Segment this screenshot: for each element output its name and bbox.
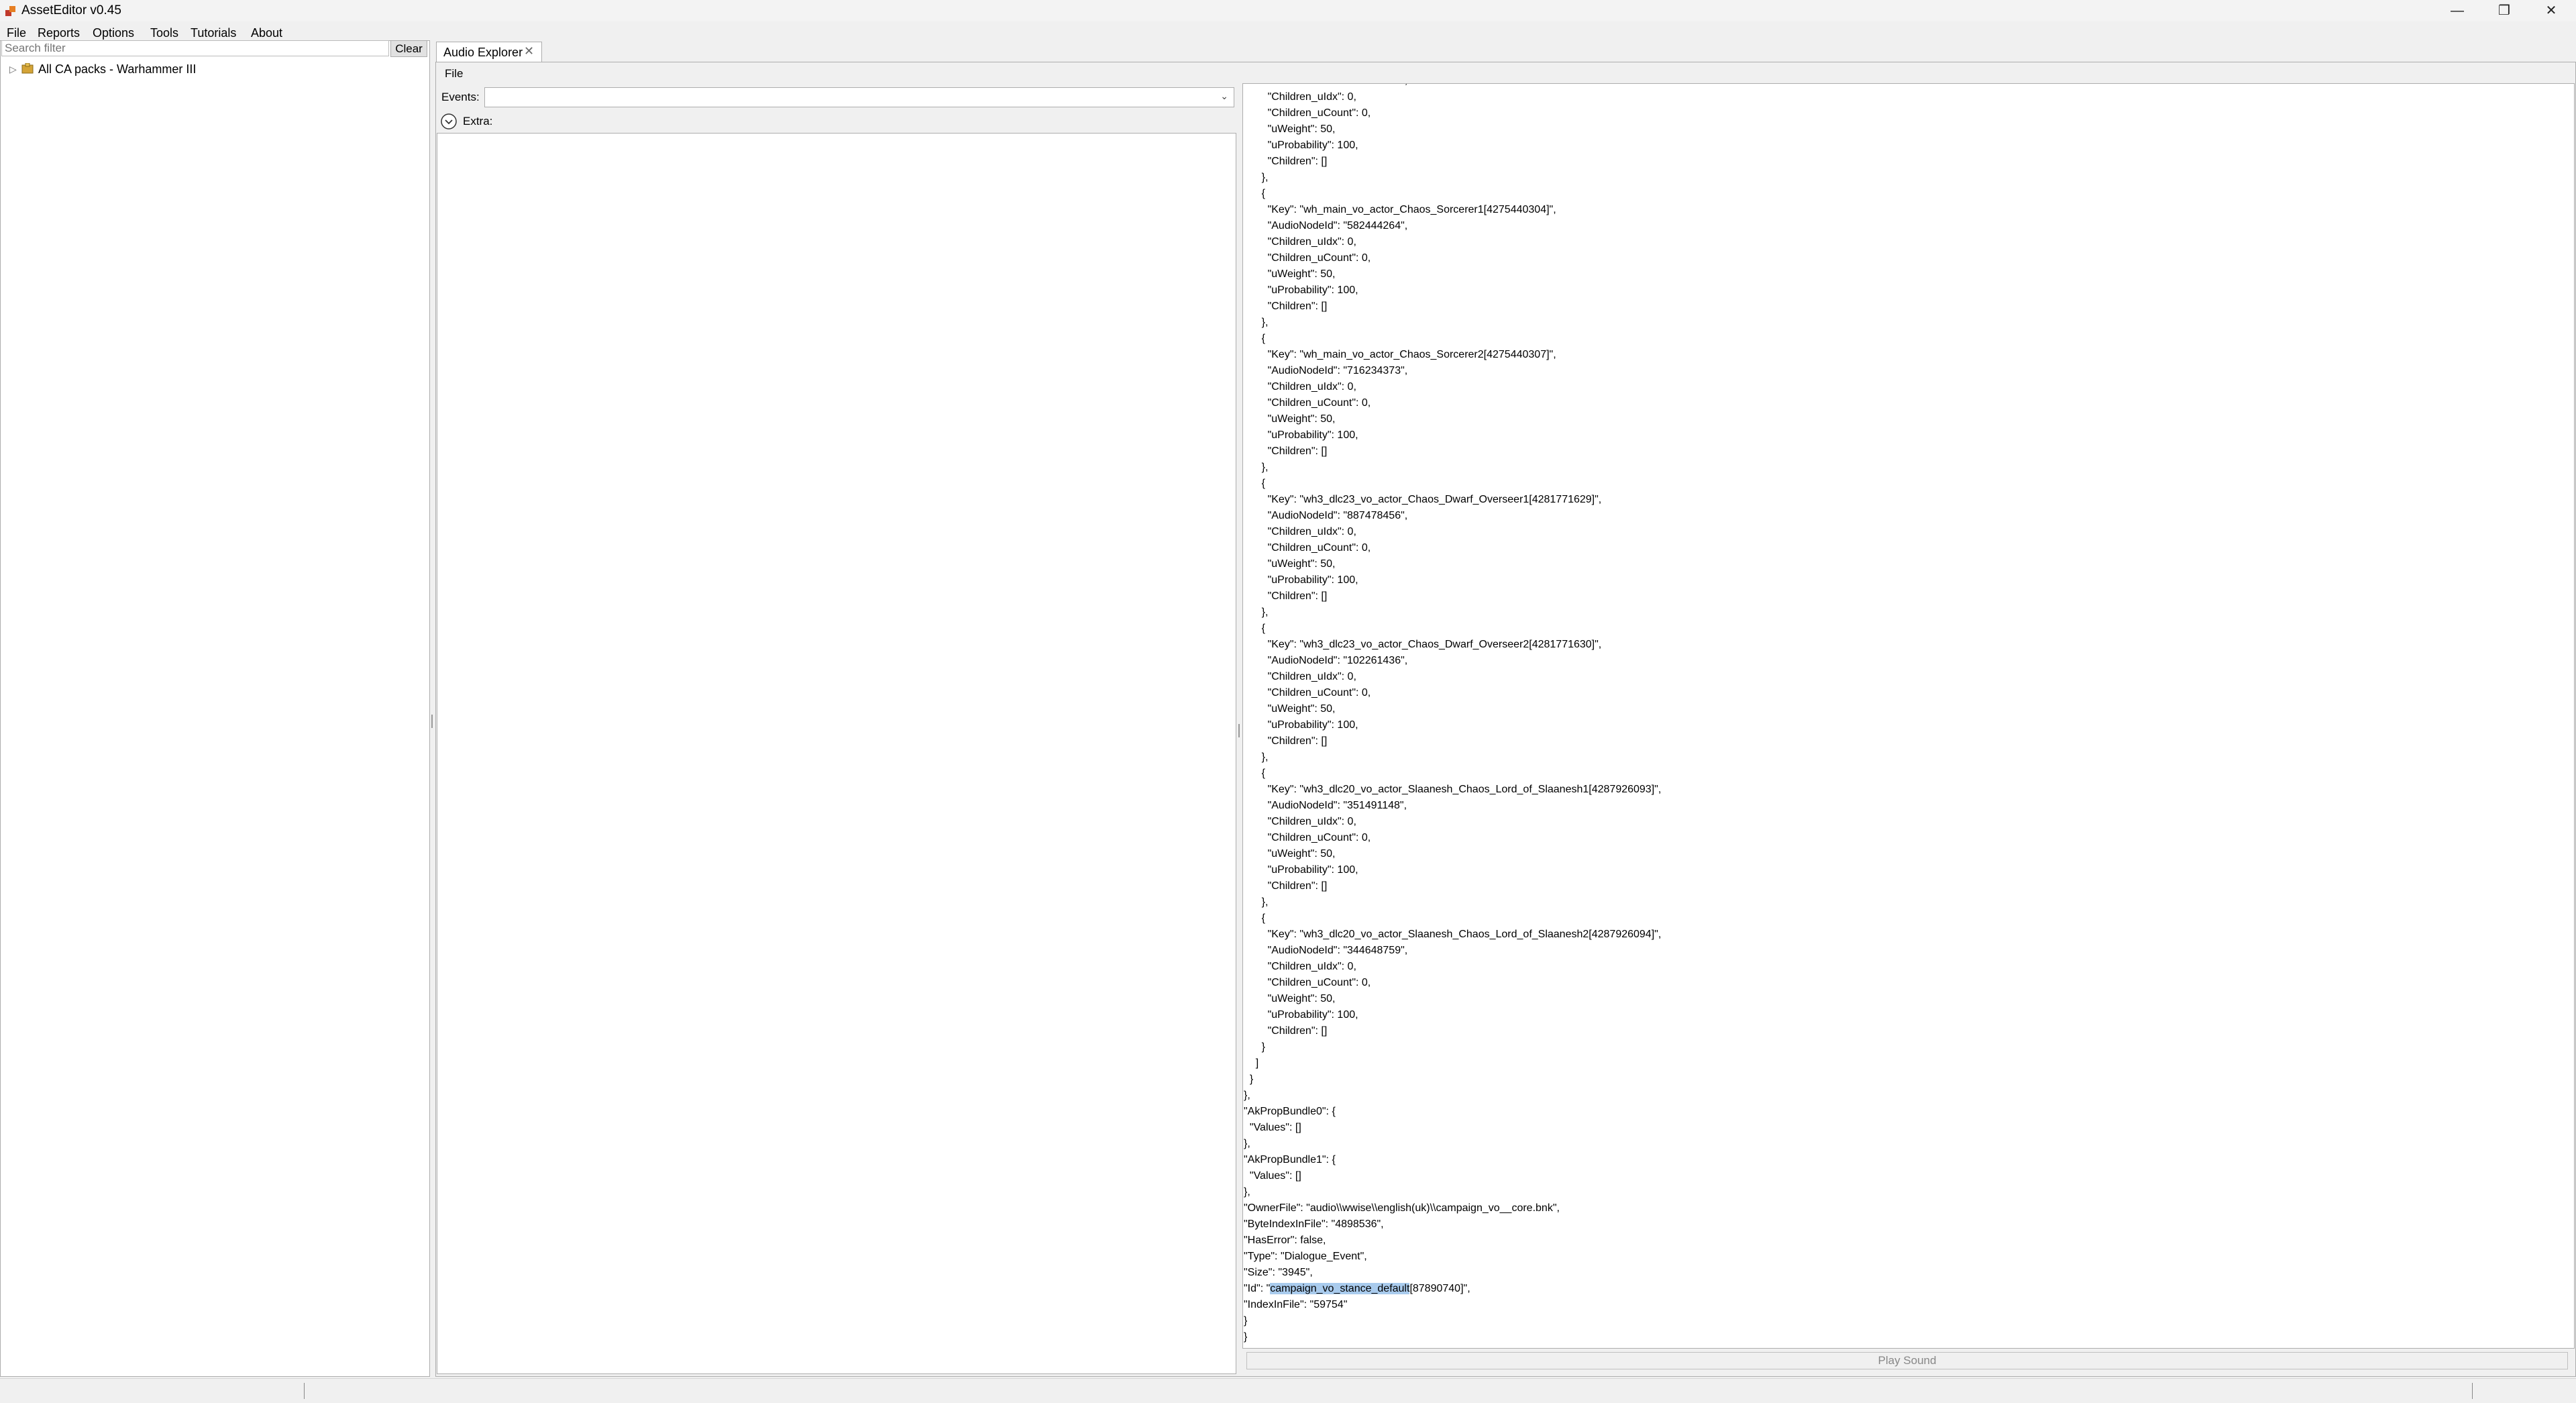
json-text-before: "AudioNodeId": "540420800", "Children_uI… [1244,84,1662,1294]
chevron-down-icon: ⌄ [1220,91,1228,101]
search-filter-input[interactable] [1,40,389,56]
menu-reports[interactable]: Reports [38,26,80,40]
event-tree-area[interactable] [437,133,1236,1374]
status-separator [304,1383,305,1399]
splitter-grip [431,715,433,728]
close-window-button[interactable]: ✕ [2528,0,2575,21]
middle-splitter[interactable] [1237,83,1241,1371]
menu-tools[interactable]: Tools [150,26,178,40]
status-bar [0,1378,2576,1403]
app-icon [5,6,15,16]
pack-explorer-panel [0,40,430,1377]
selected-text: campaign_vo_stance_default [1270,1283,1410,1294]
menu-about[interactable]: About [251,26,282,40]
clear-button[interactable]: Clear [390,40,427,57]
restore-button[interactable]: ❐ [2481,0,2528,21]
events-dropdown[interactable]: ⌄ [484,87,1234,107]
title-bar: AssetEditor v0.45 — ❐ ✕ [0,0,2576,21]
explorer-file-menu[interactable]: File [445,67,463,81]
json-viewer[interactable]: "AudioNodeId": "540420800", "Children_uI… [1242,83,2575,1349]
events-label: Events: [441,91,480,103]
play-sound-button[interactable]: Play Sound [1246,1352,2568,1369]
splitter-grip [1238,724,1240,737]
tab-label: Audio Explorer [443,46,523,59]
close-tab-icon[interactable]: ✕ [524,44,534,58]
expand-arrow-icon[interactable]: ▷ [9,64,17,75]
tab-audio-explorer[interactable]: Audio Explorer ✕ [436,42,542,62]
expand-circle-icon[interactable] [440,113,458,130]
menu-tutorials[interactable]: Tutorials [191,26,236,40]
left-splitter[interactable] [430,40,434,1377]
extra-label: Extra: [463,115,493,127]
json-text: "AudioNodeId": "540420800", "Children_uI… [1244,84,1662,1345]
status-separator [2472,1383,2473,1399]
minimize-button[interactable]: — [2434,0,2481,21]
tree-item-all-ca-packs[interactable]: All CA packs - Warhammer III [38,62,196,76]
menu-file[interactable]: File [7,26,26,40]
menu-options[interactable]: Options [93,26,134,40]
window-title: AssetEditor v0.45 [21,3,121,17]
package-icon [21,63,34,74]
